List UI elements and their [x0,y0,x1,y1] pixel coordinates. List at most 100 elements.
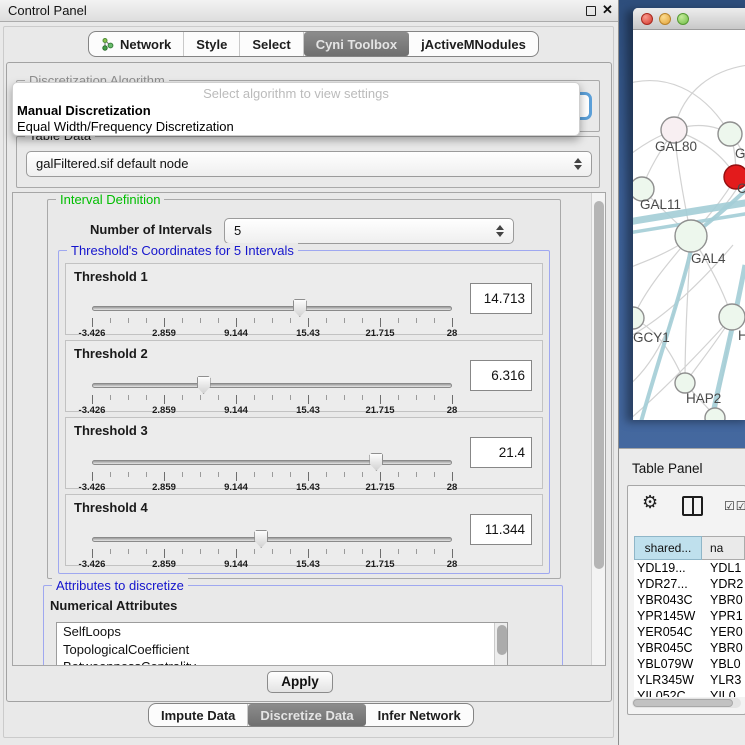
window-close-button[interactable] [641,13,653,25]
node-label: GCY1 [633,330,670,345]
node-label: C [737,181,745,196]
threshold-slider[interactable]: -3.4262.8599.14415.4321.71528 [92,448,452,490]
slider-thumb[interactable] [197,376,211,394]
column-checkboxes-icon[interactable]: ☑☑ [724,499,745,513]
slider-tick-labels: -3.4262.8599.14415.4321.71528 [92,482,452,494]
cell-name: YLR3 [702,672,745,688]
table-scrollbar-thumb[interactable] [633,699,733,707]
table-row[interactable]: YDL19...YDL1 [634,560,745,576]
cell-name: YER0 [702,624,745,640]
slider-thumb[interactable] [293,299,307,317]
cell-shared-name: YPR145W [634,608,702,624]
table-data-value: galFiltered.sif default node [36,156,188,171]
table-horizontal-scrollbar[interactable] [632,698,741,708]
tab-impute-data[interactable]: Impute Data [149,704,248,726]
table-row[interactable]: YER054CYER0 [634,624,745,640]
threshold-label: Threshold 1 [74,269,148,284]
window-zoom-button[interactable] [677,13,689,25]
table-row[interactable]: YBR043CYBR0 [634,592,745,608]
slider-thumb[interactable] [254,530,268,548]
threshold-slider[interactable]: -3.4262.8599.14415.4321.71528 [92,525,452,567]
algorithm-option-equal-width-frequency-discretization[interactable]: Equal Width/Frequency Discretization [13,119,579,135]
cell-shared-name: YBL079W [634,656,702,672]
cell-shared-name: YLR345W [634,672,702,688]
list-scrollbar[interactable] [494,623,507,666]
threshold-slider[interactable]: -3.4262.8599.14415.4321.71528 [92,371,452,413]
network-desktop: GAL80 GA C GAL11 GAL4 GCY1 H HAP2 [619,0,745,448]
network-graph: GAL80 GA C GAL11 GAL4 GCY1 H HAP2 [633,30,745,420]
attribute-item-selfloops[interactable]: SelfLoops [57,623,507,641]
slider-track[interactable] [92,537,452,542]
list-scrollbar-thumb[interactable] [497,625,507,655]
float-window-icon[interactable] [586,6,596,16]
gear-icon[interactable]: ⚙ [642,492,658,513]
algorithm-option-manual-discretization[interactable]: Manual Discretization [13,103,579,119]
settings-scrollbar[interactable] [591,193,605,665]
split-table-icon[interactable] [682,496,703,516]
cell-name: YDR2 [702,576,745,592]
network-window-titlebar[interactable] [633,8,745,30]
apply-button[interactable]: Apply [267,671,333,693]
slider-track[interactable] [92,383,452,388]
table-panel-title: Table Panel [632,461,703,476]
window-minimize-button[interactable] [659,13,671,25]
slider-track[interactable] [92,306,452,311]
node-label: GAL4 [691,251,726,266]
network-canvas[interactable]: GAL80 GA C GAL11 GAL4 GCY1 H HAP2 [633,30,745,420]
table-row[interactable]: YIL052CYIL0 [634,688,745,697]
table-row[interactable]: YDR27...YDR2 [634,576,745,592]
numerical-attributes-list[interactable]: SelfLoopsTopologicalCoefficientBetweenne… [56,622,508,666]
threshold-value-input[interactable] [470,283,532,314]
network-window[interactable]: GAL80 GA C GAL11 GAL4 GCY1 H HAP2 [633,8,745,420]
cell-shared-name: YER054C [634,624,702,640]
tab-discretize-data[interactable]: Discretize Data [248,704,365,726]
table-row[interactable]: YBR045CYBR0 [634,640,745,656]
table-row[interactable]: YLR345WYLR3 [634,672,745,688]
slider-thumb[interactable] [369,453,383,471]
numerical-attributes-label: Numerical Attributes [50,598,177,613]
cell-shared-name: YBR045C [634,640,702,656]
network-node[interactable] [633,307,644,329]
attribute-item-topologicalcoefficient[interactable]: TopologicalCoefficient [57,641,507,659]
cell-name: YPR1 [702,608,745,624]
attributes-group-title: Attributes to discretize [52,578,188,593]
node-label: HAP2 [686,391,721,406]
network-node[interactable] [718,122,742,146]
cell-name: YDL1 [702,560,745,576]
node-label: H [738,328,745,343]
attribute-item-betweennesscentrality[interactable]: BetweennessCentrality [57,658,507,666]
network-node[interactable] [719,304,745,330]
tab-infer-network[interactable]: Infer Network [366,704,473,726]
number-of-intervals-combobox[interactable]: 5 [224,218,514,244]
threshold-value-input[interactable] [470,360,532,391]
table-row[interactable]: YPR145WYPR1 [634,608,745,624]
cell-shared-name: YDR27... [634,576,702,592]
network-node[interactable] [705,408,725,420]
slider-ticks [92,395,452,405]
settings-scrollbar-thumb[interactable] [594,201,604,569]
table-data-combobox[interactable]: galFiltered.sif default node [26,151,592,177]
threshold-slider[interactable]: -3.4262.8599.14415.4321.71528 [92,294,452,336]
column-header-name[interactable]: na [702,536,745,560]
slider-track[interactable] [92,460,452,465]
close-icon[interactable]: ✕ [602,2,613,18]
slider-tick-labels: -3.4262.8599.14415.4321.71528 [92,328,452,340]
threshold-row-2: Threshold 2-3.4262.8599.14415.4321.71528 [65,340,543,412]
threshold-label: Threshold 4 [74,500,148,515]
right-column: GAL80 GA C GAL11 GAL4 GCY1 H HAP2 Table … [618,0,745,745]
column-header-shared[interactable]: shared... [634,536,702,560]
cell-shared-name: YDL19... [634,560,702,576]
network-node[interactable] [675,373,695,393]
thresholds-group: Threshold's Coordinates for 5 Intervals … [58,250,550,574]
threshold-value-input[interactable] [470,514,532,545]
threshold-row-4: Threshold 4 -3.4262.8599.14415.4321.71528 [65,494,543,566]
slider-ticks [92,472,452,482]
cell-name: YBL0 [702,656,745,672]
node-label: GA [735,146,745,161]
node-label: GAL80 [655,139,697,154]
threshold-value-input[interactable] [470,437,532,468]
table-row[interactable]: YBL079WYBL0 [634,656,745,672]
cell-name: YIL0 [702,688,745,697]
table-panel-body: ⚙ ☑☑ shared... na YDL19...YDL1YDR27...YD… [627,485,745,715]
network-node[interactable] [675,220,707,252]
